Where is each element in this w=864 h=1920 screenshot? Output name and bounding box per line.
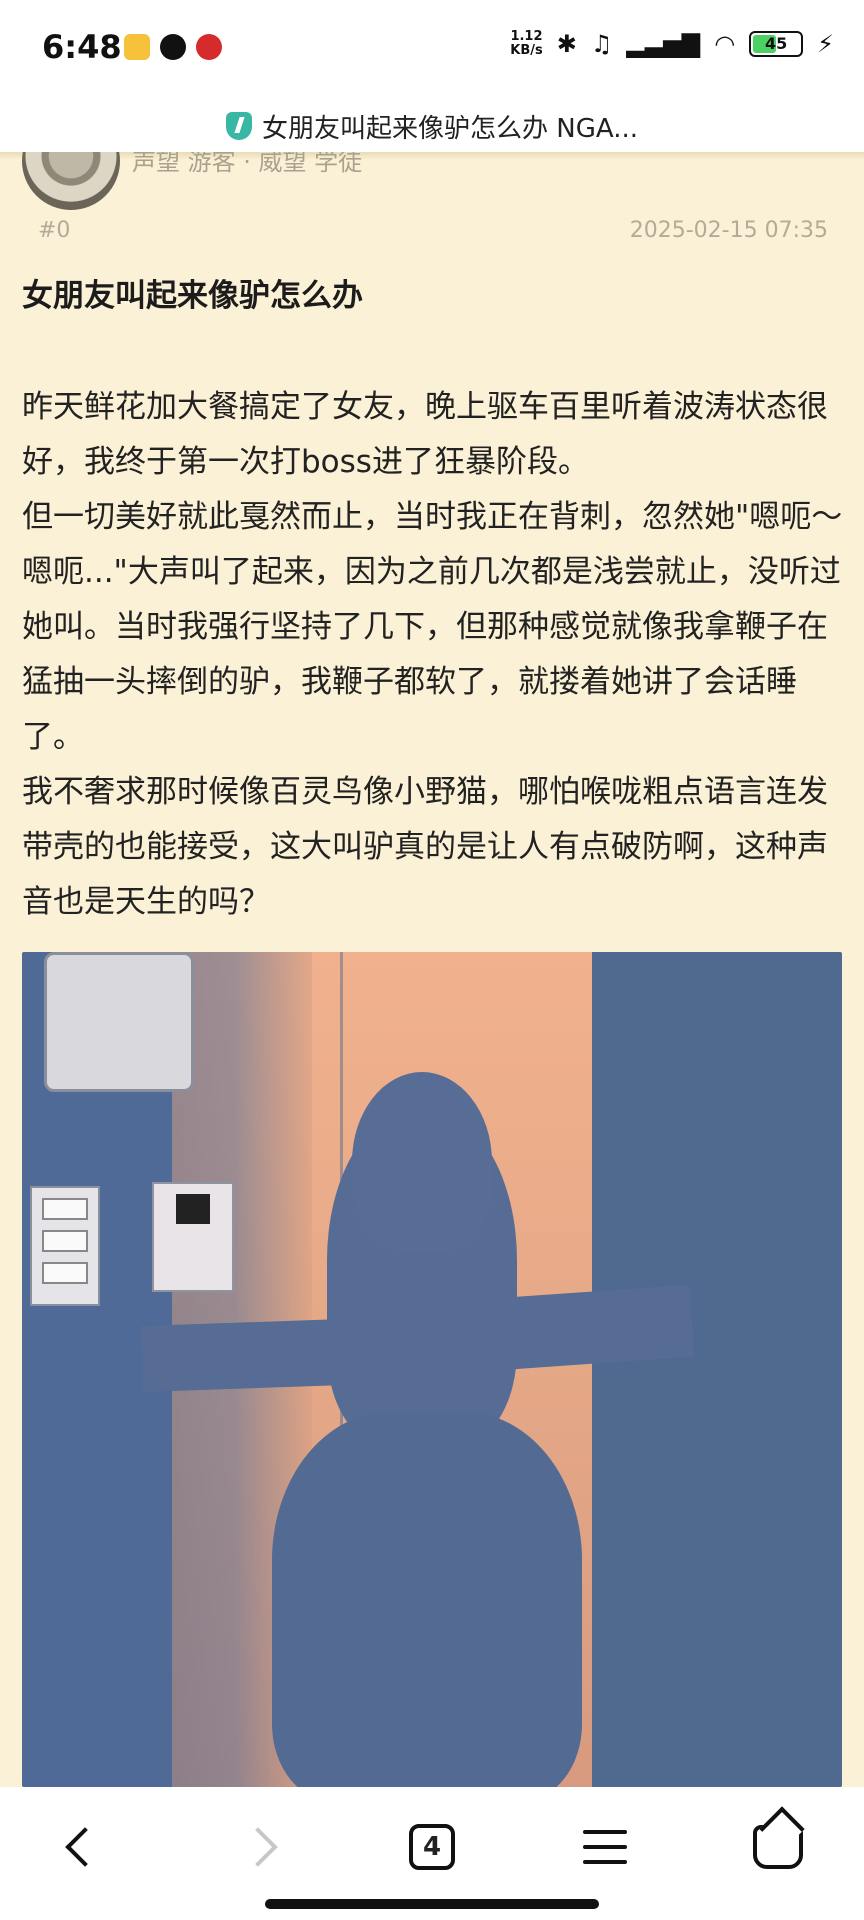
post-paragraph: 我不奢求那时候像百灵鸟像小野猫，哪怕喉咙粗点语言连发带壳的也能接受，这大叫驴真的…	[22, 774, 828, 920]
bluetooth-icon: ✱	[556, 30, 577, 58]
gesture-bar[interactable]	[265, 1899, 599, 1909]
user-meta: 声望 游客 · 威望 学徒	[132, 152, 363, 176]
post-image[interactable]	[22, 952, 842, 1787]
charging-icon: ⚡	[817, 30, 834, 58]
post-floor: #0	[38, 218, 71, 243]
battery-level: 45	[765, 34, 788, 53]
network-speed-unit: KB/s	[510, 43, 543, 58]
home-icon	[753, 1825, 803, 1869]
tabs-icon: 4	[409, 1824, 455, 1870]
post-paragraph: 昨天鲜花加大餐搞定了女友，晚上驱车百里听着波涛状态很好，我终于第一次打boss进…	[22, 389, 828, 480]
back-icon	[65, 1827, 105, 1867]
image-silhouette-arm	[140, 1318, 374, 1392]
status-bar: 6:48 1.12 KB/s ✱ ♫ ▂▃▅▇ ◠ 45 ⚡	[0, 0, 864, 100]
forward-button[interactable]	[218, 1807, 298, 1887]
home-button[interactable]	[738, 1807, 818, 1887]
network-speed-value: 1.12	[510, 29, 543, 44]
post-date: 2025-02-15 07:35	[629, 218, 828, 243]
menu-icon	[583, 1830, 627, 1864]
network-speed: 1.12 KB/s	[510, 30, 542, 58]
page-title: 女朋友叫起来像驴怎么办 NGA...	[262, 113, 638, 144]
mute-icon: ♫	[590, 30, 613, 58]
image-wall-panel	[44, 952, 194, 1092]
notification-icons	[124, 34, 222, 60]
post-content: 声望 游客 · 威望 学徒 #0 2025-02-15 07:35 女朋友叫起来…	[0, 152, 864, 1787]
wifi-icon: ◠	[714, 30, 736, 58]
qq-icon	[160, 34, 186, 60]
post-body: 昨天鲜花加大餐搞定了女友，晚上驱车百里听着波涛状态很好，我终于第一次打boss进…	[22, 380, 844, 930]
post-title: 女朋友叫起来像驴怎么办	[22, 278, 363, 314]
image-wall-right	[592, 952, 842, 1787]
forward-icon	[238, 1827, 278, 1867]
tabs-button[interactable]: 4	[392, 1807, 472, 1887]
image-silhouette-head	[352, 1072, 492, 1252]
image-silhouette-arm	[479, 1284, 695, 1372]
status-time: 6:48	[42, 28, 122, 66]
image-control-panel	[152, 1182, 234, 1292]
shield-check-icon	[226, 112, 252, 140]
bank-app-icon	[196, 34, 222, 60]
address-bar[interactable]: 女朋友叫起来像驴怎么办 NGA...	[0, 100, 864, 152]
system-icons: 1.12 KB/s ✱ ♫ ▂▃▅▇ ◠ 45 ⚡	[510, 30, 834, 59]
bottom-navigation: 4	[0, 1787, 864, 1920]
notes-app-icon	[124, 34, 150, 60]
menu-button[interactable]	[565, 1807, 645, 1887]
battery-icon: 45	[749, 31, 804, 57]
avatar[interactable]	[22, 152, 120, 210]
back-button[interactable]	[45, 1807, 125, 1887]
post-paragraph: 但一切美好就此戛然而止，当时我正在背刺，忽然她"嗯呃～嗯呃..."大声叫了起来，…	[22, 499, 843, 755]
tab-count: 4	[422, 1832, 442, 1862]
image-light-switch	[30, 1186, 100, 1306]
hd-signal-icon: ▂▃▅▇	[626, 30, 701, 58]
image-silhouette-body	[272, 1412, 582, 1787]
